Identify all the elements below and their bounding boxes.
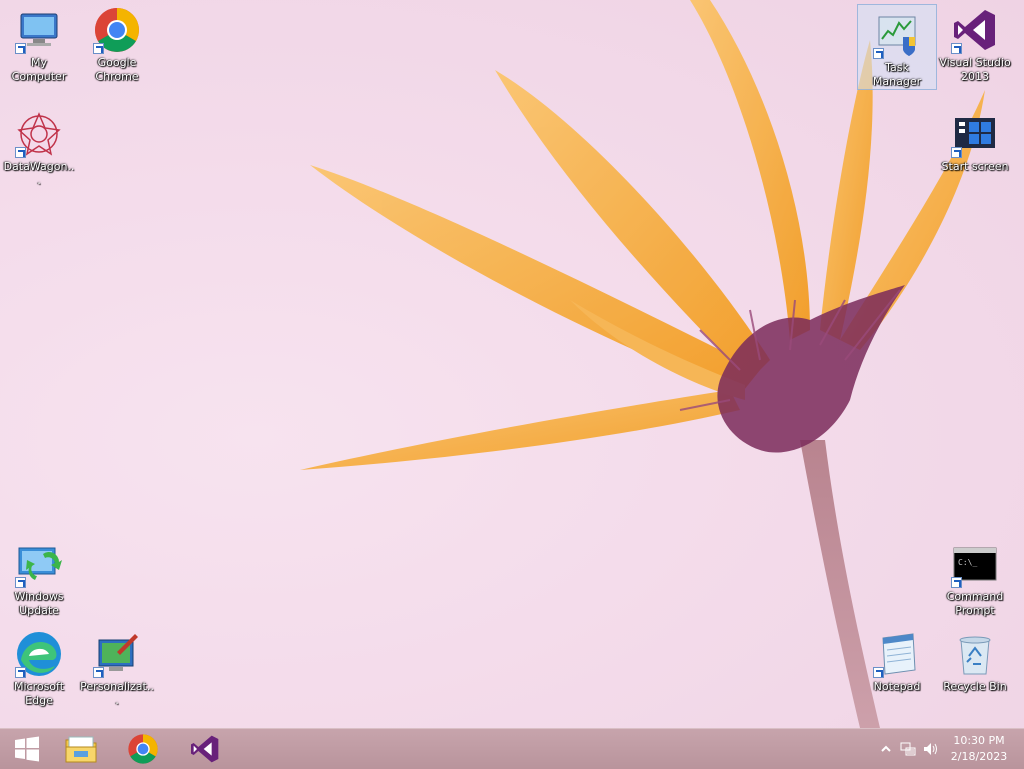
desktop-icon-label: Microsoft Edge <box>13 680 65 707</box>
desktop-icon-datawagon[interactable]: DataWagon... <box>0 104 78 188</box>
network-icon[interactable] <box>900 741 916 757</box>
recycle-bin-icon <box>951 630 999 678</box>
desktop-icon-microsoft-edge[interactable]: Microsoft Edge <box>0 624 78 708</box>
desktop-icon-label: Notepad <box>873 680 921 693</box>
flower-wallpaper <box>300 0 985 728</box>
visual-studio-icon <box>191 735 219 763</box>
desktop-icon-label: Command Prompt <box>946 590 1004 617</box>
command-prompt-icon: C:\_ <box>951 540 999 588</box>
shortcut-arrow-icon <box>15 43 26 54</box>
desktop-icon-label: Task Manager <box>872 61 922 88</box>
edge-icon <box>15 630 63 678</box>
desktop-icon-label: Windows Update <box>14 590 64 617</box>
task-manager-icon <box>873 11 921 59</box>
shortcut-arrow-icon <box>15 667 26 678</box>
system-tray: 10:30 PM 2/18/2023 <box>864 729 1024 769</box>
taskbar[interactable]: 10:30 PM 2/18/2023 <box>0 728 1024 769</box>
desktop-icon-task-manager[interactable]: Task Manager <box>857 4 937 90</box>
clock[interactable]: 10:30 PM 2/18/2023 <box>944 733 1014 765</box>
volume-icon[interactable] <box>922 741 938 757</box>
computer-icon <box>15 6 63 54</box>
windows-update-icon <box>15 540 63 588</box>
chrome-icon <box>128 734 158 764</box>
shortcut-arrow-icon <box>93 667 104 678</box>
desktop-icon-label: My Computer <box>11 56 67 83</box>
desktop-icon-label: Recycle Bin <box>943 680 1007 693</box>
start-screen-icon <box>951 110 999 158</box>
shortcut-arrow-icon <box>15 577 26 588</box>
shortcut-arrow-icon <box>15 147 26 158</box>
shortcut-arrow-icon <box>951 43 962 54</box>
taskbar-google-chrome[interactable] <box>116 729 170 769</box>
clock-date: 2/18/2023 <box>950 750 1008 763</box>
desktop-icon-label: Personalizat... <box>80 680 154 707</box>
desktop-icon-recycle-bin[interactable]: Recycle Bin <box>936 624 1014 694</box>
personalization-icon <box>93 630 141 678</box>
desktop-icon-start-screen[interactable]: Start screen <box>936 104 1014 174</box>
desktop-icon-label: Start screen <box>941 160 1009 173</box>
chrome-icon <box>93 6 141 54</box>
windows-logo-icon <box>15 736 39 762</box>
taskbar-file-explorer[interactable] <box>54 729 108 769</box>
datawagon-icon <box>15 110 63 158</box>
shortcut-arrow-icon <box>873 667 884 678</box>
shortcut-arrow-icon <box>951 147 962 158</box>
desktop-icon-windows-update[interactable]: Windows Update <box>0 534 78 618</box>
shortcut-arrow-icon <box>951 577 962 588</box>
taskbar-visual-studio[interactable] <box>178 729 232 769</box>
shortcut-arrow-icon <box>873 48 884 59</box>
desktop-icon-command-prompt[interactable]: C:\_ Command Prompt <box>936 534 1014 618</box>
visual-studio-icon <box>951 6 999 54</box>
desktop-icon-label: DataWagon... <box>3 160 75 187</box>
desktop-icon-google-chrome[interactable]: Google Chrome <box>78 0 156 84</box>
desktop-icon-label: Google Chrome <box>95 56 139 83</box>
start-button[interactable] <box>0 729 54 769</box>
file-explorer-icon <box>65 736 97 763</box>
desktop-icon-notepad[interactable]: Notepad <box>858 624 936 694</box>
desktop-icon-visual-studio-2013[interactable]: Visual Studio 2013 <box>936 0 1014 84</box>
svg-text:C:\_: C:\_ <box>958 558 977 567</box>
desktop[interactable]: My Computer Google Chrome DataWagon... T… <box>0 0 1024 728</box>
notepad-icon <box>873 630 921 678</box>
show-hidden-icons-chevron-icon[interactable] <box>878 741 894 757</box>
clock-time: 10:30 PM <box>953 734 1005 747</box>
desktop-icon-personalization[interactable]: Personalizat... <box>78 624 156 708</box>
desktop-icon-my-computer[interactable]: My Computer <box>0 0 78 84</box>
desktop-icon-label: Visual Studio 2013 <box>939 56 1011 83</box>
shortcut-arrow-icon <box>93 43 104 54</box>
